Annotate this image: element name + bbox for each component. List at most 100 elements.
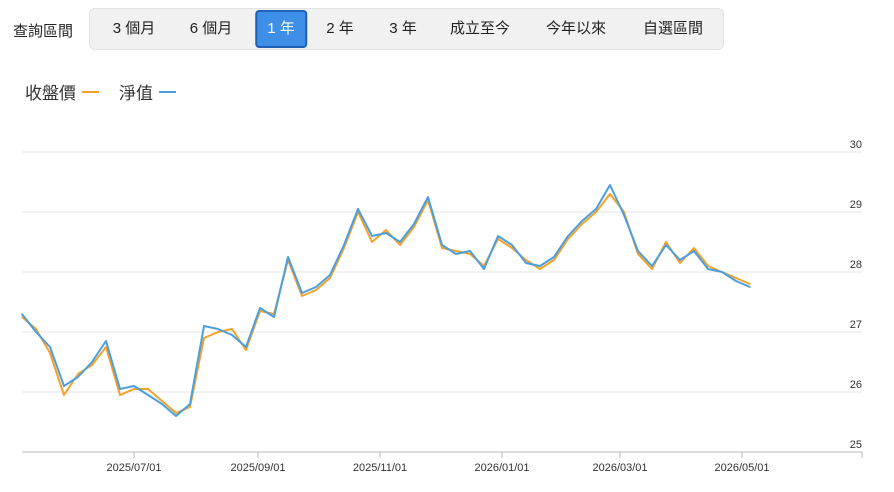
data-point: [77, 373, 79, 375]
data-point: [399, 244, 401, 246]
data-point: [21, 313, 23, 315]
x-tick-label: 2026/01/01: [474, 462, 529, 474]
data-point: [749, 283, 751, 285]
data-point: [581, 220, 583, 222]
data-point: [735, 277, 737, 279]
y-tick-label: 27: [850, 319, 862, 331]
series-line-nav: [21, 184, 751, 417]
series-line-close-price: [21, 193, 751, 414]
data-point: [371, 235, 373, 237]
data-point: [315, 286, 317, 288]
data-point: [497, 235, 499, 237]
data-point: [231, 328, 233, 330]
data-point: [287, 256, 289, 258]
x-tick-label: 2026/03/01: [592, 462, 647, 474]
data-point: [637, 250, 639, 252]
series-layer: [21, 184, 751, 417]
data-point: [189, 406, 191, 408]
data-point: [413, 226, 415, 228]
data-point: [91, 364, 93, 366]
data-point: [427, 196, 429, 198]
data-point: [217, 331, 219, 333]
data-point: [231, 334, 233, 336]
data-point: [651, 265, 653, 267]
x-tick-label: 2026/05/01: [714, 462, 769, 474]
data-point: [721, 271, 723, 273]
data-point: [567, 235, 569, 237]
data-point: [49, 346, 51, 348]
data-point: [469, 250, 471, 252]
data-point: [553, 256, 555, 258]
data-point: [301, 292, 303, 294]
data-point: [399, 241, 401, 243]
series-points-close-price: [21, 193, 751, 414]
data-point: [245, 346, 247, 348]
data-point: [665, 244, 667, 246]
data-point: [147, 394, 149, 396]
data-point: [259, 307, 261, 309]
series-points-nav: [21, 184, 751, 417]
data-point: [455, 250, 457, 252]
data-point: [511, 244, 513, 246]
data-point: [147, 388, 149, 390]
data-point: [483, 268, 485, 270]
y-tick-label: 29: [850, 199, 862, 211]
data-point: [539, 265, 541, 267]
data-point: [665, 241, 667, 243]
data-point: [651, 268, 653, 270]
x-tick-label: 2025/07/01: [106, 462, 161, 474]
data-point: [119, 388, 121, 390]
data-point: [539, 268, 541, 270]
data-point: [273, 316, 275, 318]
y-tick-label: 28: [850, 259, 862, 271]
data-point: [525, 262, 527, 264]
data-point: [693, 250, 695, 252]
data-point: [63, 385, 65, 387]
data-point: [329, 274, 331, 276]
data-point: [203, 325, 205, 327]
data-point: [189, 403, 191, 405]
data-point: [455, 253, 457, 255]
data-point: [637, 253, 639, 255]
data-point: [161, 403, 163, 405]
data-point: [469, 253, 471, 255]
data-point: [707, 265, 709, 267]
data-point: [679, 262, 681, 264]
data-point: [105, 340, 107, 342]
data-point: [441, 247, 443, 249]
y-tick-label: 26: [850, 379, 862, 391]
axis-layer: 30 29 28 27 26 25 2025/07/01 2025/09/01 2025/11/…: [106, 139, 863, 474]
data-point: [441, 244, 443, 246]
data-point: [385, 229, 387, 231]
data-point: [175, 412, 177, 414]
data-point: [707, 268, 709, 270]
data-point: [343, 244, 345, 246]
data-point: [609, 184, 611, 186]
data-point: [693, 247, 695, 249]
grid-layer: [22, 151, 862, 453]
data-point: [217, 328, 219, 330]
x-tick-label: 2025/09/01: [230, 462, 285, 474]
data-point: [511, 247, 513, 249]
data-point: [581, 223, 583, 225]
data-point: [371, 241, 373, 243]
y-tick-label: 30: [850, 139, 862, 151]
data-point: [609, 193, 611, 195]
data-point: [63, 394, 65, 396]
data-point: [595, 208, 597, 210]
data-point: [595, 211, 597, 213]
data-point: [329, 277, 331, 279]
data-point: [553, 259, 555, 261]
data-point: [749, 286, 751, 288]
data-point: [35, 328, 37, 330]
data-point: [203, 337, 205, 339]
data-point: [175, 415, 177, 417]
x-tick-label: 2025/11/01: [353, 462, 407, 474]
data-point: [35, 331, 37, 333]
data-point: [133, 388, 135, 390]
data-point: [525, 259, 527, 261]
data-point: [245, 349, 247, 351]
y-tick-label: 25: [850, 439, 862, 451]
data-point: [315, 289, 317, 291]
data-point: [49, 352, 51, 354]
